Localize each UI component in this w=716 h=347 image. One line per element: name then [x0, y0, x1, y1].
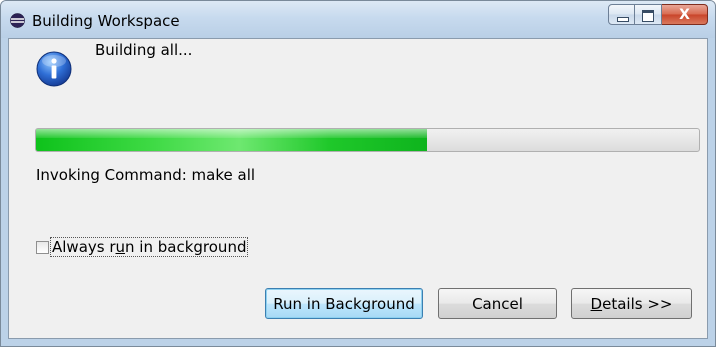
status-text: Invoking Command: make all [36, 166, 256, 184]
window-title: Building Workspace [32, 12, 180, 30]
window-controls: X [608, 4, 708, 26]
dialog-body: Building all... Invoking Command: make a… [8, 38, 708, 339]
maximize-icon [642, 10, 654, 22]
minimize-icon [617, 17, 629, 22]
cancel-button[interactable]: Cancel [438, 288, 557, 319]
run-in-background-button[interactable]: Run in Background [265, 288, 423, 319]
maximize-button[interactable] [635, 4, 662, 25]
building-workspace-dialog: Building Workspace X Building all... Inv… [0, 0, 716, 347]
always-run-in-background-label[interactable]: Always run in background [49, 237, 249, 257]
close-button[interactable]: X [662, 4, 708, 25]
minimize-button[interactable] [608, 4, 635, 25]
always-run-in-background-row[interactable]: Always run in background [36, 237, 249, 257]
progress-message: Building all... [95, 41, 193, 59]
progress-bar-fill [36, 129, 428, 151]
eclipse-icon [10, 13, 25, 28]
title-bar[interactable]: Building Workspace X [1, 1, 715, 38]
details-button[interactable]: Details >> [571, 288, 692, 319]
info-icon [36, 51, 72, 87]
progress-bar [35, 128, 700, 152]
close-icon: X [679, 7, 690, 23]
always-run-in-background-checkbox[interactable] [36, 240, 49, 254]
